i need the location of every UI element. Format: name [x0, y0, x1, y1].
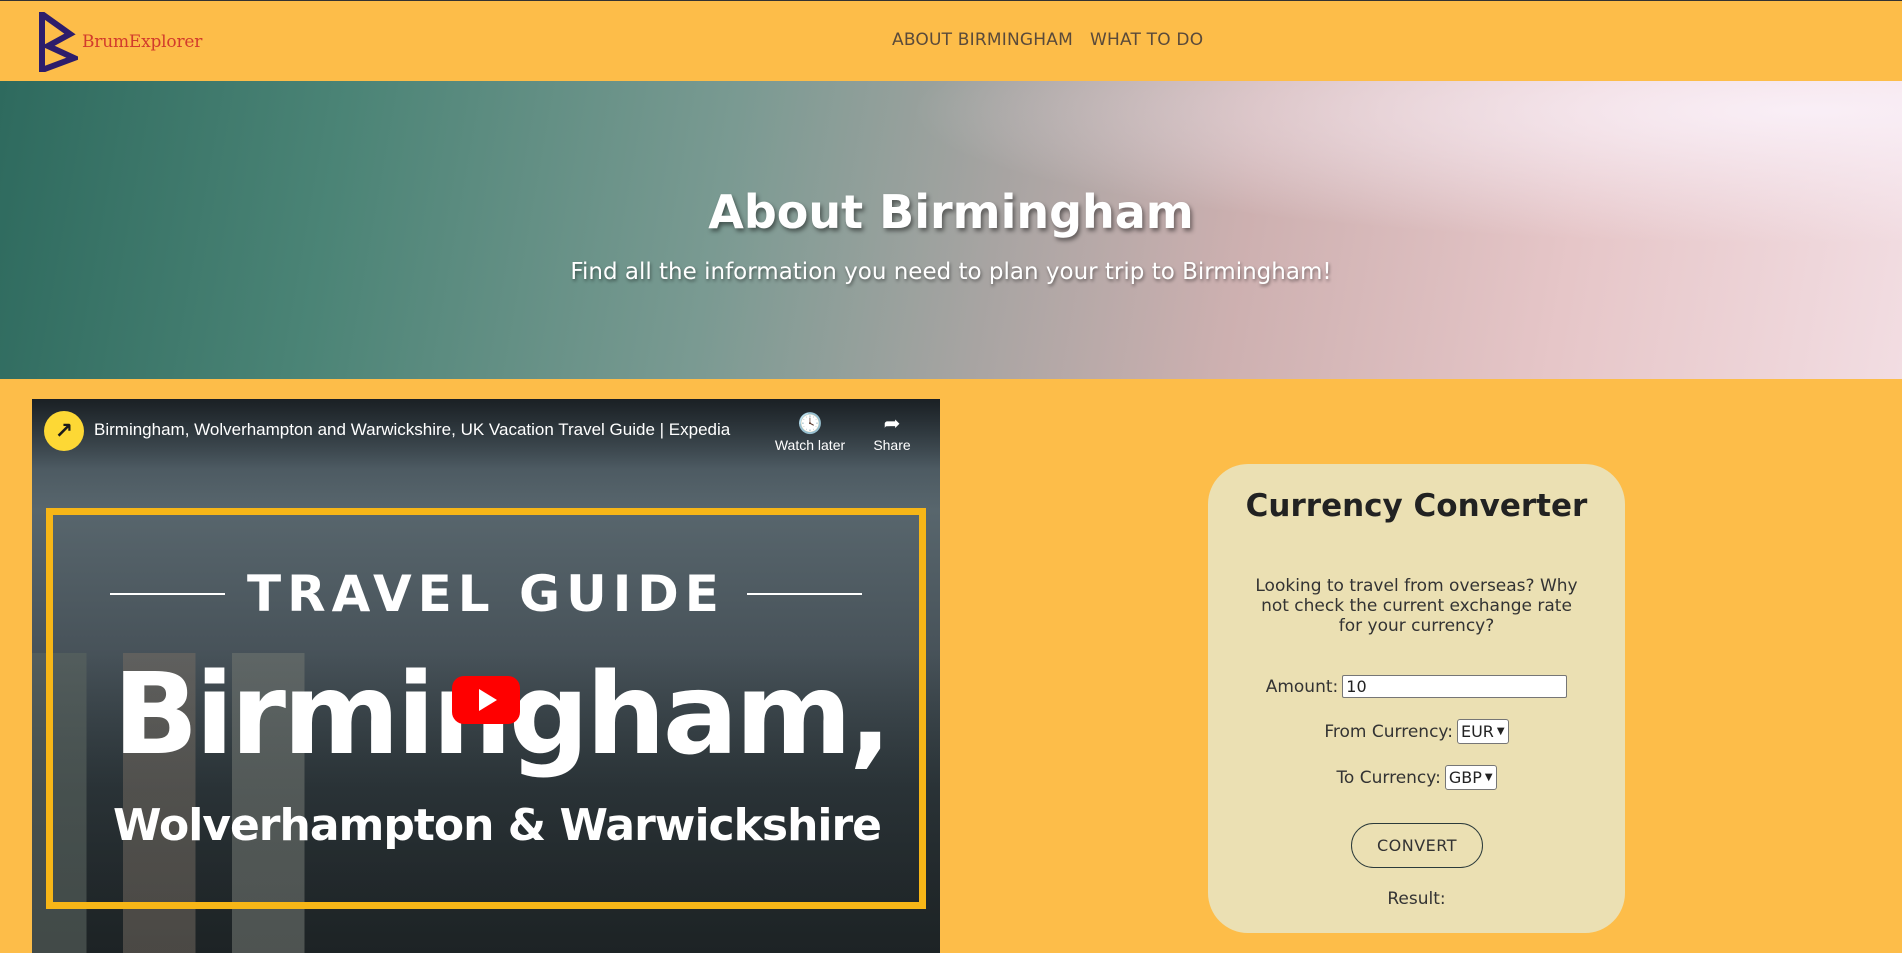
thumbnail-subtitle: Wolverhampton & Warwickshire [113, 800, 882, 851]
video-title[interactable]: Birmingham, Wolverhampton and Warwickshi… [94, 420, 730, 440]
main-nav: ABOUT BIRMINGHAM WHAT TO DO [892, 30, 1203, 50]
hero-title: About Birmingham [708, 185, 1194, 239]
from-currency-select[interactable]: EUR ▼ [1456, 719, 1509, 744]
from-currency-value: EUR [1460, 722, 1494, 741]
expedia-logo-icon[interactable]: ↗ [44, 411, 84, 451]
to-currency-value: GBP [1448, 768, 1482, 787]
navbar: BrumExplorer ABOUT BIRMINGHAM WHAT TO DO [0, 0, 1902, 81]
thumbnail-heading: TRAVEL GUIDE [247, 565, 725, 623]
to-currency-select[interactable]: GBP ▼ [1444, 765, 1497, 790]
to-currency-row: To Currency: GBP ▼ [1208, 765, 1625, 790]
share-label: Share [873, 437, 911, 453]
amount-row: Amount: [1208, 675, 1625, 698]
divider-line [746, 593, 862, 595]
from-currency-row: From Currency: EUR ▼ [1208, 719, 1625, 744]
hero-banner: About Birmingham Find all the informatio… [0, 81, 1902, 379]
video-topbar: ↗ Birmingham, Wolverhampton and Warwicks… [32, 399, 940, 469]
clock-icon: 🕓 [797, 413, 823, 435]
chevron-down-icon: ▼ [1496, 726, 1505, 737]
brand-logo-icon [39, 12, 78, 72]
watch-later-label: Watch later [774, 437, 846, 453]
brand-logo-link[interactable]: BrumExplorer [38, 12, 202, 72]
result-label: Result: [1387, 889, 1446, 909]
convert-button[interactable]: CONVERT [1351, 823, 1483, 868]
converter-title: Currency Converter [1245, 488, 1588, 524]
watch-later-button[interactable]: 🕓 Watch later [770, 411, 850, 453]
nav-about-birmingham[interactable]: ABOUT BIRMINGHAM [892, 30, 1073, 50]
converter-description: Looking to travel from overseas? Why not… [1255, 576, 1578, 636]
brand-name: BrumExplorer [82, 32, 203, 52]
chevron-down-icon: ▼ [1484, 772, 1493, 783]
to-currency-label: To Currency: [1336, 767, 1441, 788]
youtube-video-embed[interactable]: ↗ Birmingham, Wolverhampton and Warwicks… [32, 399, 940, 953]
from-currency-label: From Currency: [1324, 721, 1453, 742]
divider-line [110, 593, 226, 595]
thumbnail-heading-row: TRAVEL GUIDE [53, 565, 919, 623]
share-icon: ➦ [883, 413, 901, 435]
hero-subtitle: Find all the information you need to pla… [570, 259, 1332, 285]
youtube-play-icon[interactable] [452, 676, 520, 724]
currency-converter-card: Currency Converter Looking to travel fro… [1208, 464, 1625, 933]
play-triangle [479, 689, 497, 711]
amount-label: Amount: [1265, 676, 1339, 697]
nav-what-to-do[interactable]: WHAT TO DO [1090, 30, 1203, 50]
share-button[interactable]: ➦ Share [852, 411, 932, 453]
amount-input[interactable] [1342, 675, 1568, 698]
